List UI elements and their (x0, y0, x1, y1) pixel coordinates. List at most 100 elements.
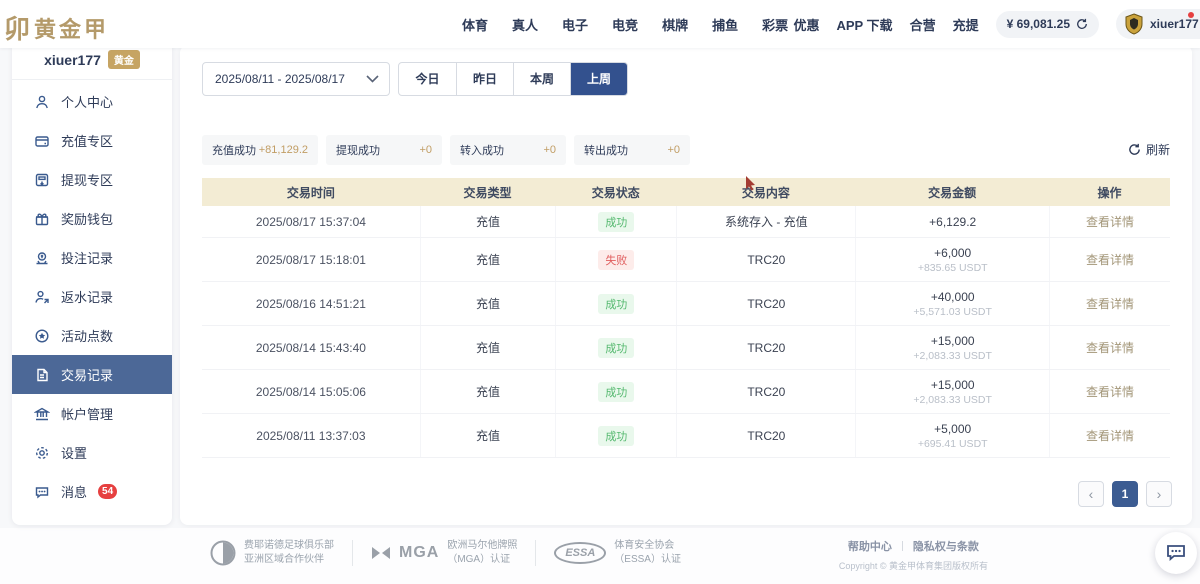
partner-essa: ESSA 体育安全协会 （ESSA）认证 (554, 540, 681, 566)
refresh-balance-icon[interactable] (1076, 18, 1088, 30)
sidebar-item-settings[interactable]: 设置 (12, 433, 172, 472)
feyenoord-logo-icon (210, 540, 236, 566)
sidebar-item-deposit[interactable]: 充值专区 (12, 121, 172, 160)
stat-value: +0 (543, 144, 556, 156)
view-details-link[interactable]: 查看详情 (1086, 427, 1134, 444)
balance-pill[interactable]: ¥ 69,081.25 (996, 11, 1099, 38)
customer-service-chat-button[interactable] (1155, 532, 1197, 574)
tab-last-week[interactable]: 上周 (570, 63, 627, 95)
sidebar-item-account-management[interactable]: 帐户管理 (12, 394, 172, 433)
tab-today[interactable]: 今日 (399, 63, 456, 95)
stat-withdraw-success: 提现成功 +0 (326, 135, 442, 165)
balance-amount: ¥ 69,081.25 (1007, 17, 1070, 31)
tab-yesterday[interactable]: 昨日 (456, 63, 513, 95)
link-promotions[interactable]: 优惠 (793, 15, 819, 34)
sidebar-item-personal-center[interactable]: 个人中心 (12, 82, 172, 121)
view-details-link[interactable]: 查看详情 (1086, 339, 1134, 356)
sidebar-item-label: 个人中心 (61, 92, 113, 111)
nav-esports[interactable]: 电竞 (612, 15, 638, 34)
pagination: ‹ 1 › (1078, 481, 1172, 507)
cell-status: 成功 (555, 206, 676, 237)
cell-content: TRC20 (676, 282, 855, 325)
top-header: 卯 黄金甲 体育 真人 电子 电竞 棋牌 捕鱼 彩票 优惠 APP 下载 合营 … (0, 0, 1200, 48)
sidebar-item-label: 活动点数 (61, 326, 113, 345)
link-deposit-withdraw[interactable]: 充提 (953, 15, 979, 34)
header-username: xiuer177 (1150, 17, 1199, 31)
cell-amount-usdt: +695.41 USDT (918, 438, 988, 450)
cell-type: 充值 (420, 238, 556, 281)
sidebar-item-reward-wallet[interactable]: 奖励钱包 (12, 199, 172, 238)
cell-time: 2025/08/17 15:37:04 (202, 206, 420, 237)
cell-type: 充值 (420, 370, 556, 413)
date-range-picker[interactable]: 2025/08/11 - 2025/08/17 (202, 62, 390, 96)
stat-transfer-out-success: 转出成功 +0 (574, 135, 690, 165)
col-time: 交易时间 (202, 184, 420, 201)
help-center-link[interactable]: 帮助中心 (848, 538, 892, 554)
cell-content: TRC20 (676, 238, 855, 281)
partner-line1: 体育安全协会 (614, 540, 681, 552)
refresh-button[interactable]: 刷新 (1128, 141, 1170, 158)
sidebar-item-bet-records[interactable]: 投注记录 (12, 238, 172, 277)
sidebar-item-messages[interactable]: 消息 54 (12, 472, 172, 511)
nav-live[interactable]: 真人 (512, 15, 538, 34)
sidebar-item-label: 奖励钱包 (61, 209, 113, 228)
account-icon (34, 406, 50, 422)
cell-amount: +6,000 (934, 246, 971, 260)
table-row: 2025/08/14 15:43:40 充值 成功 TRC20 +15,000+… (202, 326, 1170, 370)
user-menu[interactable]: xiuer177 (1116, 9, 1200, 39)
sidebar-item-transaction-records[interactable]: 交易记录 (12, 355, 172, 394)
page-1-button[interactable]: 1 (1112, 481, 1138, 507)
view-details-link[interactable]: 查看详情 (1086, 213, 1134, 230)
sidebar-item-label: 帐户管理 (61, 404, 113, 423)
footer-separator (352, 540, 353, 566)
cell-time: 2025/08/11 13:37:03 (202, 414, 420, 457)
tab-this-week[interactable]: 本周 (513, 63, 570, 95)
cell-content: TRC20 (676, 414, 855, 457)
nav-lottery[interactable]: 彩票 (762, 15, 788, 34)
stat-deposit-success: 充值成功 +81,129.2 (202, 135, 318, 165)
essa-logo-icon: ESSA (554, 542, 606, 564)
sidebar-item-rebate-records[interactable]: 返水记录 (12, 277, 172, 316)
sidebar-menu: 个人中心 充值专区 提现专区 奖励钱包 (12, 80, 172, 511)
view-details-link[interactable]: 查看详情 (1086, 251, 1134, 268)
logo-mark-icon: 卯 (4, 9, 30, 46)
cell-amount: +40,000 (931, 290, 975, 304)
mga-logo-text: MGA (399, 544, 439, 562)
activity-points-icon (34, 328, 50, 344)
partner-line1: 费耶诺德足球俱乐部 (244, 540, 334, 552)
stat-value: +81,129.2 (259, 144, 308, 156)
nav-sports[interactable]: 体育 (462, 15, 488, 34)
transaction-records-panel: 2025/08/11 - 2025/08/17 今日 昨日 本周 上周 充值成功… (180, 45, 1192, 525)
deposit-icon (34, 133, 50, 149)
partner-line2: （ESSA）认证 (614, 554, 681, 566)
next-page-button[interactable]: › (1146, 481, 1172, 507)
view-details-link[interactable]: 查看详情 (1086, 295, 1134, 312)
footer-links-block: 帮助中心 隐私权与条款 Copyright © 黄金甲体育集团版权所有 (839, 538, 988, 572)
sidebar: xiuer177 黄金 个人中心 充值专区 提现专区 (12, 40, 172, 525)
sidebar-item-label: 投注记录 (61, 248, 113, 267)
nav-fishing[interactable]: 捕鱼 (712, 15, 738, 34)
main-nav: 体育 真人 电子 电竞 棋牌 捕鱼 彩票 (462, 0, 788, 48)
site-logo[interactable]: 卯 黄金甲 (10, 9, 109, 46)
nav-cards[interactable]: 棋牌 (662, 15, 688, 34)
table-row: 2025/08/11 13:37:03 充值 成功 TRC20 +5,000+6… (202, 414, 1170, 458)
transactions-table: 交易时间 交易类型 交易状态 交易内容 交易金额 操作 2025/08/17 1… (202, 178, 1170, 458)
sidebar-item-withdraw[interactable]: 提现专区 (12, 160, 172, 199)
nav-slots[interactable]: 电子 (562, 15, 588, 34)
cell-amount-usdt: +2,083.33 USDT (913, 394, 992, 406)
table-header: 交易时间 交易类型 交易状态 交易内容 交易金额 操作 (202, 178, 1170, 206)
privacy-terms-link[interactable]: 隐私权与条款 (913, 538, 979, 554)
sidebar-item-activity-points[interactable]: 活动点数 (12, 316, 172, 355)
logo-text: 黄金甲 (34, 12, 109, 44)
link-affiliate[interactable]: 合营 (910, 15, 936, 34)
sidebar-username: xiuer177 (44, 52, 101, 68)
prev-page-button[interactable]: ‹ (1078, 481, 1104, 507)
link-app-download[interactable]: APP 下载 (836, 15, 892, 34)
sidebar-item-label: 设置 (61, 443, 87, 462)
cell-status: 失败 (555, 238, 676, 281)
partner-line2: 亚洲区域合作伙伴 (244, 554, 334, 566)
cell-amount: +15,000 (931, 378, 975, 392)
col-action: 操作 (1049, 184, 1170, 201)
view-details-link[interactable]: 查看详情 (1086, 383, 1134, 400)
col-amount: 交易金额 (855, 184, 1049, 201)
